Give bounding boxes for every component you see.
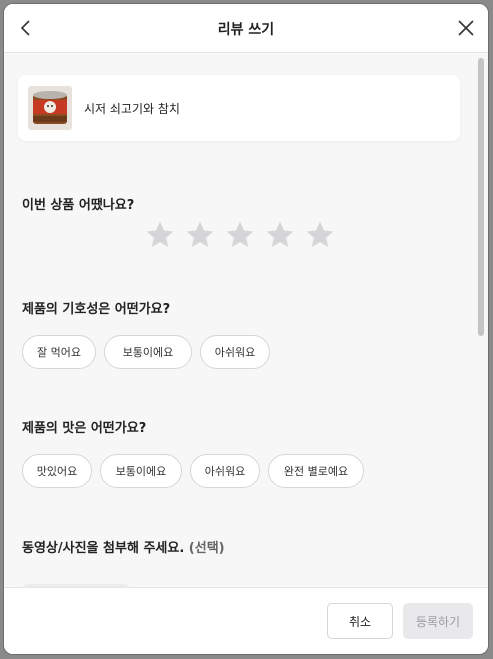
media-question: 동영상/사진을 첨부해 주세요. (선택) [22, 537, 225, 556]
cancel-button[interactable]: 취소 [327, 603, 393, 639]
product-name: 시저 쇠고기와 참치 [84, 102, 180, 116]
star-rating [144, 219, 336, 251]
taste-option[interactable]: 보통이에요 [100, 454, 182, 488]
media-question-text: 동영상/사진을 첨부해 주세요. [22, 541, 185, 556]
star-icon[interactable] [144, 219, 176, 251]
modal-footer: 취소 등록하기 [4, 587, 488, 654]
taste-question: 제품의 맛은 어떤가요? [22, 421, 147, 436]
preference-options: 잘 먹어요 보통이에요 아쉬워요 [22, 335, 278, 369]
taste-option[interactable]: 완전 별로예요 [268, 454, 364, 488]
optional-label: (선택) [188, 541, 225, 556]
submit-button[interactable]: 등록하기 [403, 603, 473, 639]
preference-question: 제품의 기호성은 어떤가요? [22, 302, 171, 317]
modal-header: 리뷰 쓰기 [4, 4, 488, 53]
star-icon[interactable] [264, 219, 296, 251]
rating-question: 이번 상품 어땠나요? [22, 198, 135, 213]
taste-option[interactable]: 아쉬워요 [190, 454, 260, 488]
product-image [28, 86, 72, 130]
review-form: 시저 쇠고기와 참치 이번 상품 어땠나요? 제품의 기호성은 어떤가요? 잘 … [4, 53, 488, 588]
star-icon[interactable] [304, 219, 336, 251]
preference-option[interactable]: 아쉬워요 [200, 335, 270, 369]
star-icon[interactable] [184, 219, 216, 251]
product-card: 시저 쇠고기와 참치 [18, 75, 460, 141]
review-modal: 리뷰 쓰기 시저 쇠고기와 참치 이번 상품 어땠나요? 제품의 기호성은 어떤… [3, 3, 489, 655]
scrollbar[interactable] [478, 58, 484, 336]
close-icon[interactable] [456, 18, 476, 38]
preference-option[interactable]: 보통이에요 [104, 335, 192, 369]
star-icon[interactable] [224, 219, 256, 251]
taste-option[interactable]: 맛있어요 [22, 454, 92, 488]
taste-options: 맛있어요 보통이에요 아쉬워요 완전 별로예요 [22, 454, 372, 488]
page-title: 리뷰 쓰기 [217, 22, 275, 38]
preference-option[interactable]: 잘 먹어요 [22, 335, 96, 369]
